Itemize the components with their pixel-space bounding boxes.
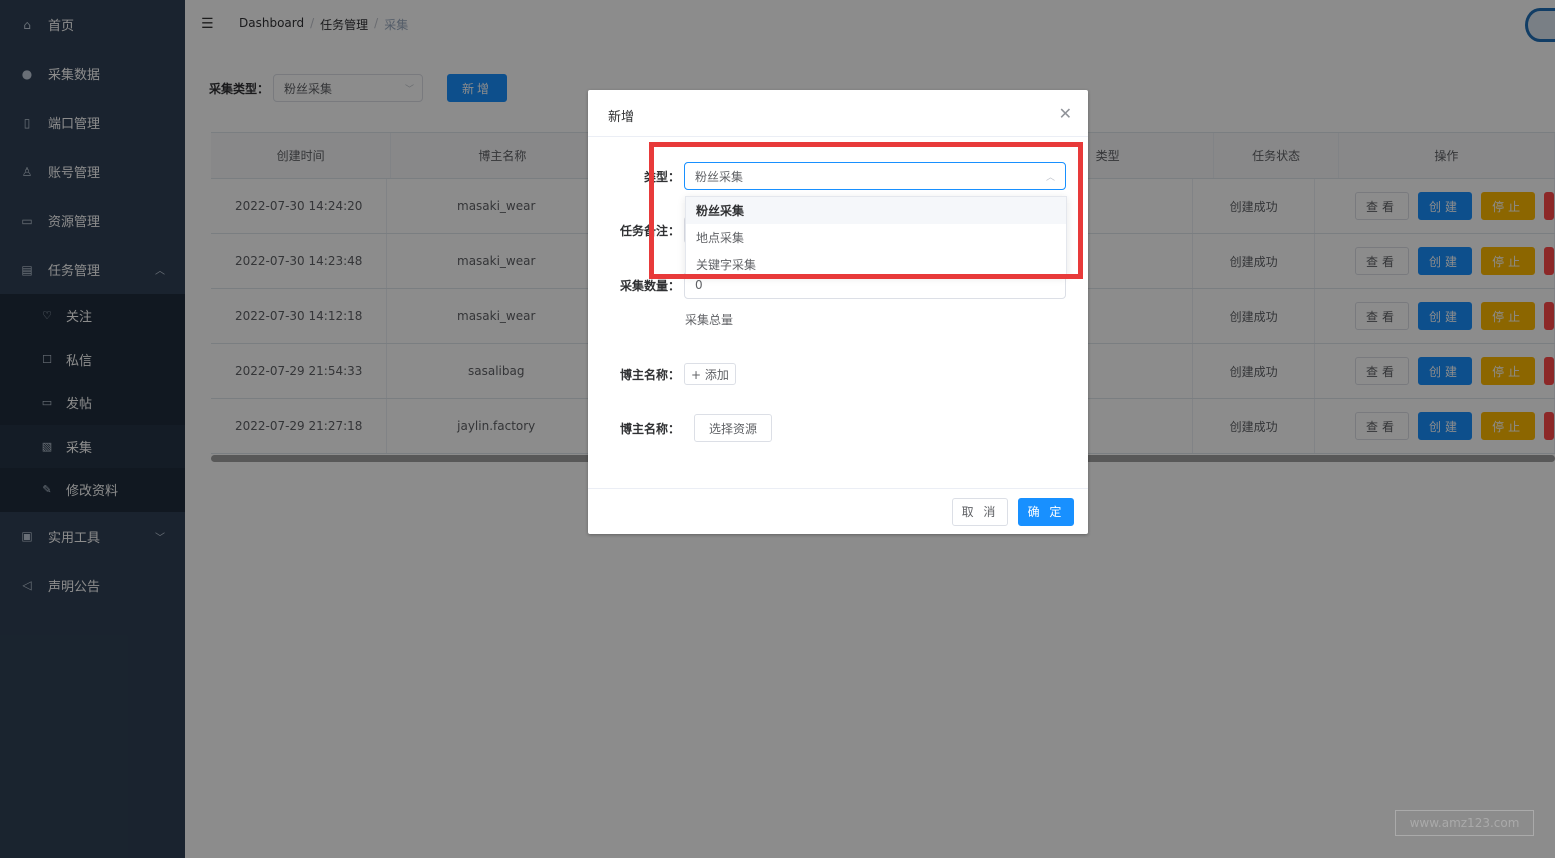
- blogger-label: 博主名称：: [619, 367, 680, 382]
- watermark: www.amz123.com: [1395, 810, 1534, 836]
- choose-resource-button[interactable]: 选择资源: [694, 414, 773, 442]
- count-hint: 采集总量: [685, 313, 734, 327]
- cancel-button[interactable]: 取 消: [952, 497, 1008, 526]
- confirm-button[interactable]: 确 定: [1018, 497, 1074, 526]
- blogger-resource-row: 博主名称： 选择资源: [608, 414, 773, 442]
- blogger-label: 博主名称：: [619, 421, 680, 436]
- dialog-footer: 取 消 确 定: [588, 488, 1088, 534]
- close-icon[interactable]: ✕: [1059, 104, 1072, 123]
- dialog-title: 新增: [608, 110, 635, 125]
- highlight-box: [649, 142, 1083, 279]
- count-value: 0: [695, 278, 703, 292]
- blogger-row: 博主名称： + 添加: [608, 363, 736, 385]
- dialog-header: 新增 ✕: [588, 90, 1088, 137]
- count-label: 采集数量：: [619, 278, 680, 293]
- add-blogger-button[interactable]: + 添加: [684, 363, 736, 385]
